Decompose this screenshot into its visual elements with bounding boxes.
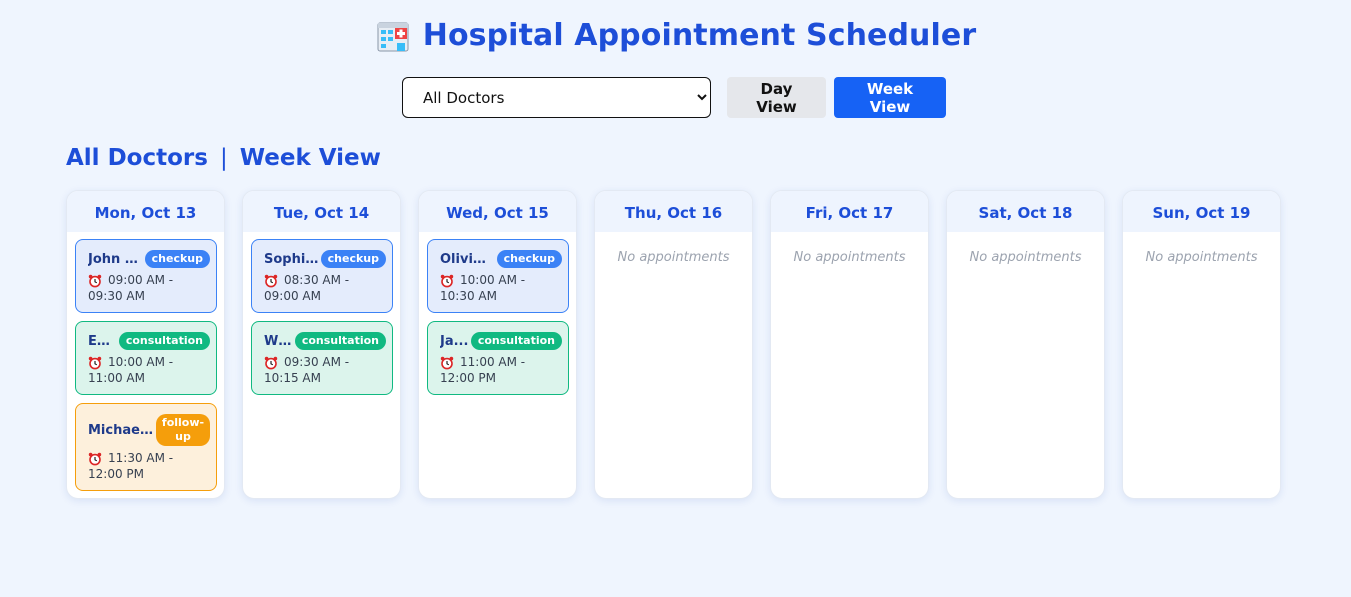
- empty-day-message: No appointments: [1145, 250, 1258, 265]
- appointment-list: John S...checkup 09:00 AM - 09:30 AM Em...…: [67, 232, 224, 491]
- appointment-header: Wil...consultation: [264, 331, 386, 351]
- appointment-type-badge: consultation: [294, 332, 386, 350]
- week-grid: Mon, Oct 13 John S... checkup 09:00 AM - 09…: [66, 190, 1281, 499]
- day-column: Wed, Oct 15 Olivia ... checkup 10:00 AM - 1…: [418, 190, 577, 499]
- empty-day-message: No appointments: [617, 250, 730, 265]
- heading-view: Week View: [239, 145, 381, 171]
- appointment-header: Sophi... checkup: [264, 249, 386, 269]
- appointment-card[interactable]: Michael... follow-up 11:30 AM - 12:00 PM: [75, 403, 217, 491]
- appointment-type-badge: checkup: [144, 250, 210, 268]
- time-range: 10:00 AM - 10:30 AM: [440, 273, 526, 303]
- appointment-list: Olivia ... checkup 10:00 AM - 10:30 AM Ja..…: [419, 232, 576, 395]
- day-column: Sat, Oct 18 No appointments: [946, 190, 1105, 499]
- time-range: 11:00 AM - 12:00 PM: [440, 355, 526, 385]
- appointment-header: Michael... follow-up: [88, 413, 210, 447]
- appointment-header: Ja... consultation: [440, 331, 562, 351]
- day-column: Fri, Oct 17 No appointments: [770, 190, 929, 499]
- day-column: Mon, Oct 13 John S... checkup 09:00 AM - 09…: [66, 190, 225, 499]
- appointment-header: Em...consultation: [88, 331, 210, 351]
- appointment-time: 11:00 AM - 12:00 PM: [440, 354, 562, 386]
- day-column: Sun, Oct 19 No appointments: [1122, 190, 1281, 499]
- week-view-button[interactable]: Week View: [834, 77, 946, 118]
- day-view-button[interactable]: Day View: [727, 77, 826, 118]
- appointment-time: 08:30 AM - 09:00 AM: [264, 272, 386, 304]
- doctor-select[interactable]: All Doctors: [402, 77, 711, 118]
- appointment-list: Sophi...checkup 08:30 AM - 09:00 AM Wil...…: [243, 232, 400, 395]
- time-range: 08:30 AM - 09:00 AM: [264, 273, 350, 303]
- appointment-card[interactable]: Sophi... checkup 08:30 AM - 09:00 AM: [251, 239, 393, 313]
- alarm-clock-icon: [88, 452, 102, 466]
- day-header: Sun, Oct 19: [1123, 191, 1280, 232]
- alarm-clock-icon: [88, 274, 102, 288]
- appointment-time: 10:00 AM - 10:30 AM: [440, 272, 562, 304]
- day-column: Tue, Oct 14 Sophi... checkup 08:30 AM - 09:…: [242, 190, 401, 499]
- app-header: Hospital Appointment Scheduler: [0, 17, 1351, 53]
- appointment-header: John S... checkup: [88, 249, 210, 269]
- empty-day-message: No appointments: [793, 250, 906, 265]
- alarm-clock-icon: [264, 274, 278, 288]
- appointment-card[interactable]: Em...consultation 10:00 AM - 11:00 AM: [75, 321, 217, 395]
- heading-doctor: All Doctors: [66, 145, 208, 171]
- appointment-type-badge: checkup: [496, 250, 562, 268]
- heading-separator: |: [219, 145, 228, 171]
- appointment-time: 09:00 AM - 09:30 AM: [88, 272, 210, 304]
- alarm-clock-icon: [264, 356, 278, 370]
- patient-name: Michael...: [88, 422, 156, 438]
- patient-name: Em...: [88, 333, 119, 349]
- toolbar: All Doctors Day View Week View: [402, 77, 946, 118]
- patient-name: Olivia ...: [440, 251, 497, 267]
- time-range: 11:30 AM - 12:00 PM: [88, 451, 174, 481]
- time-range: 09:30 AM - 10:15 AM: [264, 355, 350, 385]
- page-title: Hospital Appointment Scheduler: [422, 17, 977, 53]
- appointment-type-badge: consultation: [118, 332, 210, 350]
- appointment-card[interactable]: Ja... consultation 11:00 AM - 12:00 PM: [427, 321, 569, 395]
- patient-name: Sophi...: [264, 251, 321, 267]
- day-header: Thu, Oct 16: [595, 191, 752, 232]
- appointment-header: Olivia ... checkup: [440, 249, 562, 269]
- appointment-type-badge: consultation: [470, 332, 562, 350]
- day-header: Wed, Oct 15: [419, 191, 576, 232]
- day-header: Fri, Oct 17: [771, 191, 928, 232]
- alarm-clock-icon: [440, 356, 454, 370]
- day-header: Mon, Oct 13: [67, 191, 224, 232]
- time-range: 10:00 AM - 11:00 AM: [88, 355, 174, 385]
- day-header: Tue, Oct 14: [243, 191, 400, 232]
- empty-day-message: No appointments: [969, 250, 1082, 265]
- appointment-type-badge: checkup: [320, 250, 386, 268]
- hospital-icon: [375, 17, 411, 53]
- time-range: 09:00 AM - 09:30 AM: [88, 273, 174, 303]
- patient-name: Wil...: [264, 333, 295, 349]
- schedule-heading: All Doctors | Week View: [66, 145, 381, 171]
- appointment-card[interactable]: John S... checkup 09:00 AM - 09:30 AM: [75, 239, 217, 313]
- appointment-time: 11:30 AM - 12:00 PM: [88, 450, 210, 482]
- patient-name: John S...: [88, 251, 145, 267]
- appointment-card[interactable]: Olivia ... checkup 10:00 AM - 10:30 AM: [427, 239, 569, 313]
- alarm-clock-icon: [88, 356, 102, 370]
- alarm-clock-icon: [440, 274, 454, 288]
- patient-name: Ja...: [440, 333, 469, 349]
- day-header: Sat, Oct 18: [947, 191, 1104, 232]
- day-column: Thu, Oct 16 No appointments: [594, 190, 753, 499]
- appointment-time: 09:30 AM - 10:15 AM: [264, 354, 386, 386]
- appointment-type-badge: follow-up: [156, 414, 210, 446]
- appointment-time: 10:00 AM - 11:00 AM: [88, 354, 210, 386]
- appointment-card[interactable]: Wil...consultation 09:30 AM - 10:15 AM: [251, 321, 393, 395]
